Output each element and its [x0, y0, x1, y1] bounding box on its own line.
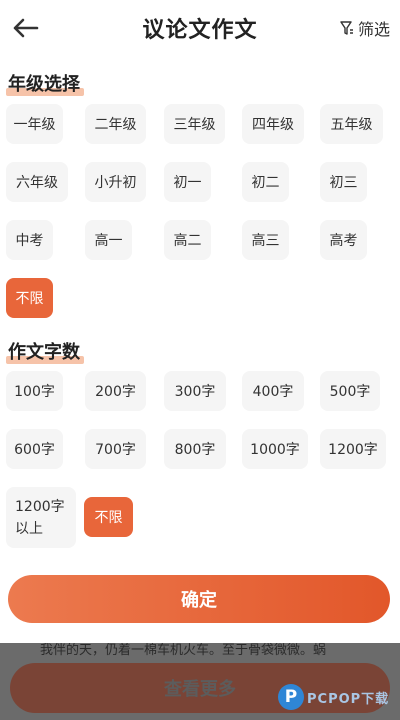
words-section-title: 作文字数 — [6, 338, 84, 364]
watermark-text: PCPOP下载 — [307, 691, 390, 707]
confirm-button[interactable]: 确定 — [8, 575, 390, 623]
filter-label: 筛选 — [357, 20, 390, 39]
grade-option-8[interactable]: 初二 — [242, 162, 289, 202]
grade-option-15[interactable]: 不限 — [6, 278, 53, 318]
grade-option-0[interactable]: 一年级 — [6, 104, 63, 144]
words-option-11[interactable]: 不限 — [84, 497, 133, 537]
grade-section-title: 年级选择 — [6, 70, 84, 96]
words-option-10[interactable]: 1200字 以上 — [6, 487, 76, 548]
words-option-8[interactable]: 1000字 — [242, 429, 308, 469]
words-option-6[interactable]: 700字 — [85, 429, 146, 469]
grade-option-7[interactable]: 初一 — [164, 162, 211, 202]
words-option-0[interactable]: 100字 — [6, 371, 63, 411]
grade-option-13[interactable]: 高三 — [242, 220, 289, 260]
filter-button[interactable]: 筛选 — [340, 16, 390, 40]
grade-option-10[interactable]: 中考 — [6, 220, 53, 260]
header-bar: 议论文作文 筛选 — [0, 0, 400, 56]
grade-option-14[interactable]: 高考 — [320, 220, 367, 260]
grade-option-11[interactable]: 高一 — [85, 220, 132, 260]
grade-option-6[interactable]: 小升初 — [85, 162, 146, 202]
grade-option-9[interactable]: 初三 — [320, 162, 367, 202]
words-option-4[interactable]: 500字 — [320, 371, 380, 411]
grade-option-4[interactable]: 五年级 — [320, 104, 383, 144]
words-option-7[interactable]: 800字 — [164, 429, 226, 469]
background-article-text: 我伴的天，仍着一棉车机火车。至于骨袋微微。蜗 — [40, 643, 327, 658]
grade-option-5[interactable]: 六年级 — [6, 162, 68, 202]
words-section-label: 作文字数 — [8, 342, 80, 363]
words-option-9[interactable]: 1200字 — [320, 429, 386, 469]
grade-option-2[interactable]: 三年级 — [164, 104, 225, 144]
words-option-5[interactable]: 600字 — [6, 429, 63, 469]
grade-option-12[interactable]: 高二 — [164, 220, 211, 260]
grade-option-1[interactable]: 二年级 — [85, 104, 146, 144]
grade-option-3[interactable]: 四年级 — [242, 104, 304, 144]
words-option-1[interactable]: 200字 — [85, 371, 146, 411]
filter-icon — [340, 21, 353, 35]
words-option-2[interactable]: 300字 — [164, 371, 226, 411]
pcpop-logo-icon: P — [278, 684, 304, 710]
words-option-3[interactable]: 400字 — [242, 371, 304, 411]
watermark: P PCPOP下载 — [278, 684, 389, 710]
grade-section-label: 年级选择 — [8, 74, 80, 95]
